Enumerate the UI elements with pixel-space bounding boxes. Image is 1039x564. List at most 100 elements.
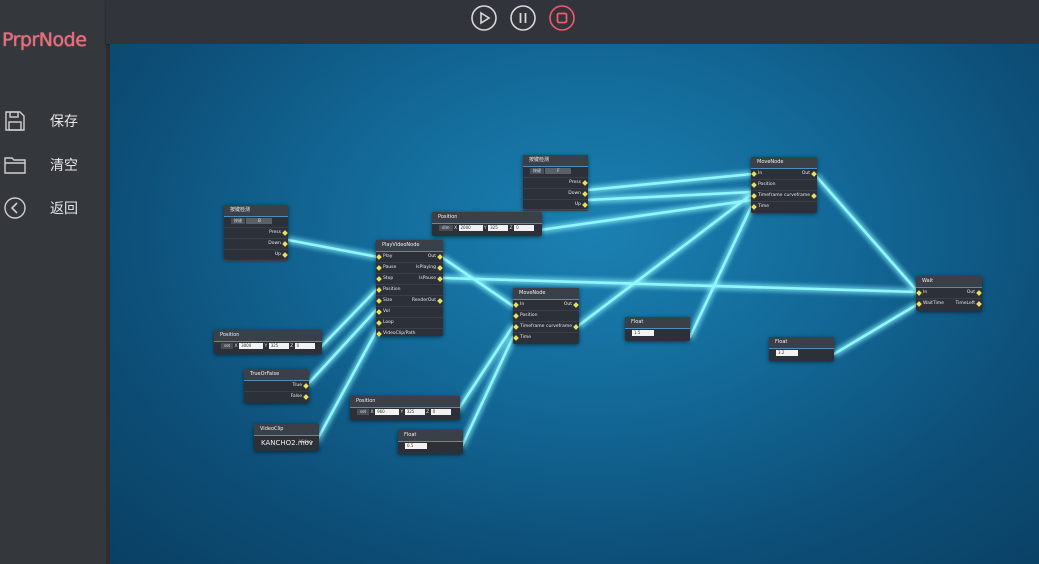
port-icon[interactable] [437, 265, 443, 271]
float-field[interactable]: 1.5 [632, 329, 654, 336]
port-label: Loop [383, 320, 394, 325]
port-icon[interactable] [376, 331, 382, 337]
node-row: 3.2 [769, 349, 834, 359]
key-select[interactable]: B [246, 217, 273, 224]
folder-icon [4, 157, 26, 174]
port-icon[interactable] [513, 313, 519, 319]
port-icon[interactable] [303, 394, 309, 400]
pause-icon[interactable] [510, 5, 536, 31]
move-node[interactable]: MoveNode In Out Position Timeframe curvefr… [513, 288, 579, 344]
float-node[interactable]: Float 1.5 [625, 317, 690, 341]
port-icon[interactable] [437, 298, 443, 304]
position-node[interactable]: Position set X 960 Y 325 Z 0 [350, 396, 460, 420]
port-icon[interactable] [751, 193, 757, 199]
port-icon[interactable] [303, 383, 309, 389]
port-icon[interactable] [513, 335, 519, 341]
node-row: Time [513, 333, 579, 343]
port-label: Position [383, 287, 401, 292]
port-label: RenderOut [411, 298, 436, 303]
enum-select[interactable]: set [357, 408, 370, 415]
float-node[interactable]: Float 3.2 [769, 337, 834, 361]
node-title: VideoClip [254, 424, 319, 436]
node-row: 1.5 [625, 329, 690, 339]
y-field[interactable]: 325 [404, 408, 425, 415]
true-or-false-node[interactable]: TrueOrFalse True False [244, 369, 309, 403]
move-node[interactable]: MoveNode In Out Position Timeframe curvefr… [751, 157, 817, 213]
port-label: Video [299, 440, 312, 445]
port-icon[interactable] [582, 180, 588, 186]
port-icon[interactable] [811, 193, 817, 199]
z-field[interactable]: 0 [430, 408, 451, 415]
port-icon[interactable] [376, 298, 382, 304]
key-detect-node[interactable]: 按键检测 按键 F Press Down Up [523, 155, 588, 211]
play-video-node[interactable]: PlayVideoNode Play Out Pause IsPlaying Sto… [376, 240, 443, 339]
node-title: Position [432, 212, 542, 224]
z-field[interactable]: 0 [294, 342, 315, 349]
stop-icon[interactable] [549, 5, 575, 31]
port-icon[interactable] [751, 204, 757, 210]
port-icon[interactable] [976, 290, 982, 296]
port-label: Out [427, 254, 436, 259]
node-row: In Out [751, 169, 817, 180]
x-field[interactable]: 2000 [458, 224, 483, 231]
float-field[interactable]: 3.2 [776, 349, 798, 356]
port-icon[interactable] [376, 254, 382, 260]
key-select[interactable]: F [545, 167, 572, 174]
key-detect-node[interactable]: 按键检测 按键 B Press Down Up [224, 205, 288, 261]
port-icon[interactable] [751, 182, 757, 188]
node-row: Press [523, 178, 588, 189]
port-label: True [292, 383, 302, 388]
node-title: Wait [916, 276, 982, 288]
port-icon[interactable] [916, 301, 922, 307]
node-row: Vol [376, 307, 443, 318]
port-icon[interactable] [282, 252, 288, 258]
video-clip-node[interactable]: VideoClip KANCHO2.mov Video [254, 424, 319, 451]
port-icon[interactable] [513, 302, 519, 308]
node-row: Down [224, 239, 288, 250]
position-node[interactable]: Position set X 3000 Y 325 Z 0 [214, 330, 322, 354]
sidebar-item-clear[interactable]: 清空 [0, 150, 106, 180]
port-icon[interactable] [573, 302, 579, 308]
node-row: VideoClip/Path [376, 329, 443, 339]
port-label: curveframe [546, 324, 572, 329]
port-icon[interactable] [582, 191, 588, 197]
back-icon [4, 197, 26, 219]
node-row: Timeframe curveframe [513, 322, 579, 333]
wait-node[interactable]: Wait In Out WaitTime TimeLeft [916, 276, 982, 311]
float-node[interactable]: Float 0.5 [398, 430, 463, 454]
node-row: WaitTime TimeLeft [916, 299, 982, 309]
port-icon[interactable] [573, 324, 579, 330]
float-field[interactable]: 0.5 [405, 442, 427, 449]
enum-select[interactable]: set [221, 342, 234, 349]
port-icon[interactable] [376, 309, 382, 315]
node-canvas[interactable]: 按键检测 按键 B Press Down Up 按键检测 按键 F Press … [110, 44, 1039, 564]
port-icon[interactable] [582, 202, 588, 208]
port-icon[interactable] [282, 241, 288, 247]
port-label: Down [568, 191, 581, 196]
port-icon[interactable] [811, 171, 817, 177]
port-icon[interactable] [751, 171, 757, 177]
x-field[interactable]: 960 [375, 408, 400, 415]
node-title: 按键检测 [224, 205, 288, 217]
node-row: KANCHO2.mov Video [254, 436, 319, 450]
y-field[interactable]: 325 [268, 342, 289, 349]
sidebar-item-back[interactable]: 返回 [0, 193, 106, 223]
play-icon[interactable] [471, 5, 497, 31]
position-node[interactable]: Position dim X 2000 Y 325 Z 0 [432, 212, 542, 236]
z-field[interactable]: 0 [514, 224, 535, 231]
port-icon[interactable] [976, 301, 982, 307]
sidebar-item-save[interactable]: 保存 [0, 106, 106, 136]
port-icon[interactable] [916, 290, 922, 296]
port-label: False [290, 394, 302, 399]
port-icon[interactable] [282, 230, 288, 236]
port-icon[interactable] [513, 324, 519, 330]
port-icon[interactable] [376, 276, 382, 282]
port-icon[interactable] [376, 265, 382, 271]
port-icon[interactable] [376, 287, 382, 293]
port-icon[interactable] [376, 320, 382, 326]
x-field[interactable]: 3000 [239, 342, 264, 349]
enum-select[interactable]: dim [439, 224, 453, 231]
port-icon[interactable] [437, 254, 443, 260]
port-icon[interactable] [437, 276, 443, 282]
y-field[interactable]: 325 [488, 224, 509, 231]
